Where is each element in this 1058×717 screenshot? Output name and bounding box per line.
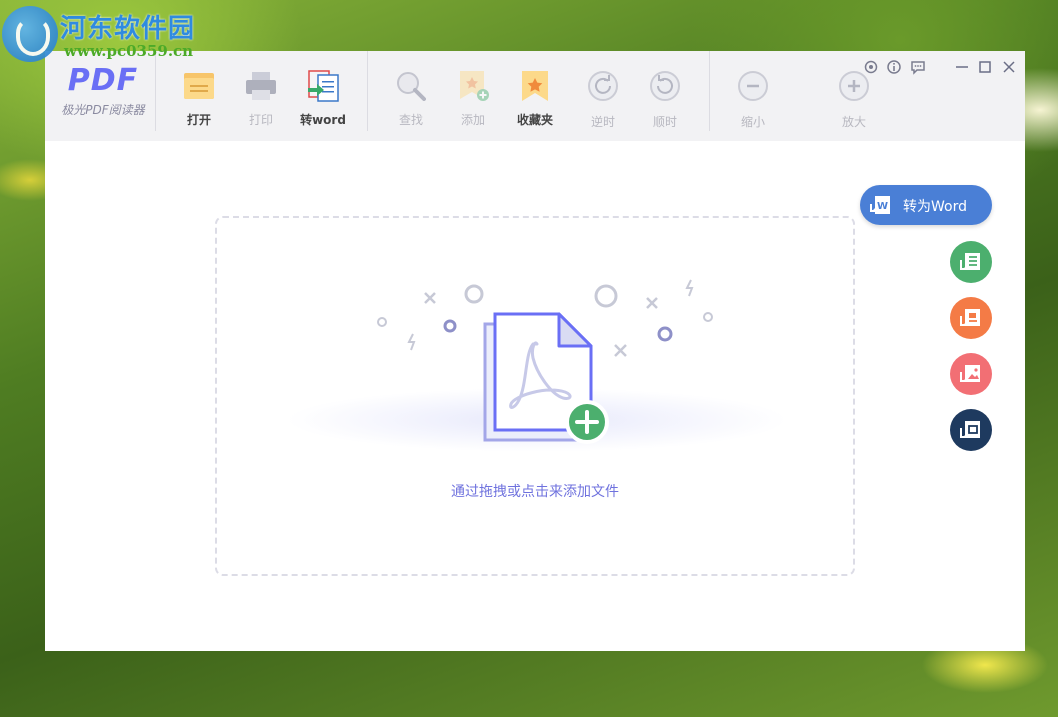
- image-doc-icon: [960, 365, 980, 382]
- rotate-left-icon: [586, 71, 620, 105]
- settings-icon[interactable]: [863, 59, 879, 75]
- toolbar-divider: [367, 51, 368, 131]
- to-word-label: 转word: [300, 113, 346, 127]
- excel-doc-icon: [960, 253, 980, 270]
- search-icon: [394, 69, 428, 103]
- zoom-out-label: 缩小: [740, 115, 765, 129]
- drop-hint: 通过拖拽或点击来添加文件: [451, 484, 619, 500]
- printer-icon: [244, 69, 278, 103]
- add-pdf-illustration: [287, 279, 787, 452]
- rotate-cw-label: 顺时: [652, 115, 677, 129]
- app-name: 极光PDF阅读器: [61, 103, 145, 117]
- file-drop-zone[interactable]: 通过拖拽或点击来添加文件: [215, 216, 855, 576]
- app-brand: PDF 极光PDF阅读器: [53, 65, 153, 118]
- favorites-button[interactable]: 收藏夹: [507, 69, 563, 128]
- svg-text:W: W: [877, 201, 888, 212]
- find-button[interactable]: 查找: [383, 69, 439, 128]
- close-icon[interactable]: [1001, 59, 1017, 75]
- zoom-in-button[interactable]: 放大: [826, 69, 882, 130]
- add-favorite-button[interactable]: 添加: [445, 69, 501, 128]
- toolbar-divider: [155, 51, 156, 131]
- folder-icon: [182, 69, 216, 103]
- open-button[interactable]: 打开: [171, 69, 227, 128]
- watermark-url: www.pc0359.cn: [64, 42, 194, 60]
- site-logo-icon: [2, 6, 58, 62]
- find-label: 查找: [398, 113, 423, 127]
- pdf-doc-icon: [960, 421, 980, 438]
- minus-circle-icon: [736, 71, 770, 105]
- maximize-icon[interactable]: [977, 59, 993, 75]
- to-word-button[interactable]: 转word: [295, 69, 351, 128]
- rotate-right-icon: [648, 71, 682, 105]
- bookmark-star-icon: [518, 69, 552, 103]
- info-icon[interactable]: [886, 59, 902, 75]
- convert-to-pdf-button[interactable]: [950, 409, 992, 451]
- convert-to-excel-button[interactable]: [950, 241, 992, 283]
- convert-to-word-button[interactable]: W 转为Word: [860, 185, 992, 225]
- feedback-icon[interactable]: [910, 59, 926, 75]
- print-button[interactable]: 打印: [233, 69, 289, 128]
- bookmark-add-icon: [456, 69, 490, 103]
- favorites-label: 收藏夹: [516, 113, 553, 127]
- open-label: 打开: [186, 113, 211, 127]
- toolbar-divider: [709, 51, 710, 131]
- zoom-in-label: 放大: [841, 115, 866, 129]
- zoom-out-button[interactable]: 缩小: [725, 69, 781, 130]
- convert-to-image-button[interactable]: [950, 353, 992, 395]
- convert-to-word-label: 转为Word: [903, 199, 967, 215]
- app-logo: PDF: [67, 63, 139, 98]
- app-window: PDF 极光PDF阅读器 打开 打印 转word 查找 添加 收藏夹 逆时 顺时…: [45, 51, 1025, 651]
- rotate-ccw-label: 逆时: [590, 115, 615, 129]
- rotate-ccw-button[interactable]: 逆时: [575, 69, 631, 130]
- toolbar: PDF 极光PDF阅读器 打开 打印 转word 查找 添加 收藏夹 逆时 顺时…: [45, 51, 1025, 141]
- rotate-cw-button[interactable]: 顺时: [637, 69, 693, 130]
- ppt-doc-icon: [960, 309, 980, 326]
- watermark-title: 河东软件园: [60, 14, 196, 44]
- print-label: 打印: [248, 113, 273, 127]
- minimize-icon[interactable]: [954, 59, 970, 75]
- word-doc-icon: W: [870, 196, 890, 214]
- add-label: 添加: [460, 113, 485, 127]
- convert-word-icon: [306, 69, 340, 103]
- plus-circle-icon: [837, 71, 871, 105]
- convert-to-ppt-button[interactable]: [950, 297, 992, 339]
